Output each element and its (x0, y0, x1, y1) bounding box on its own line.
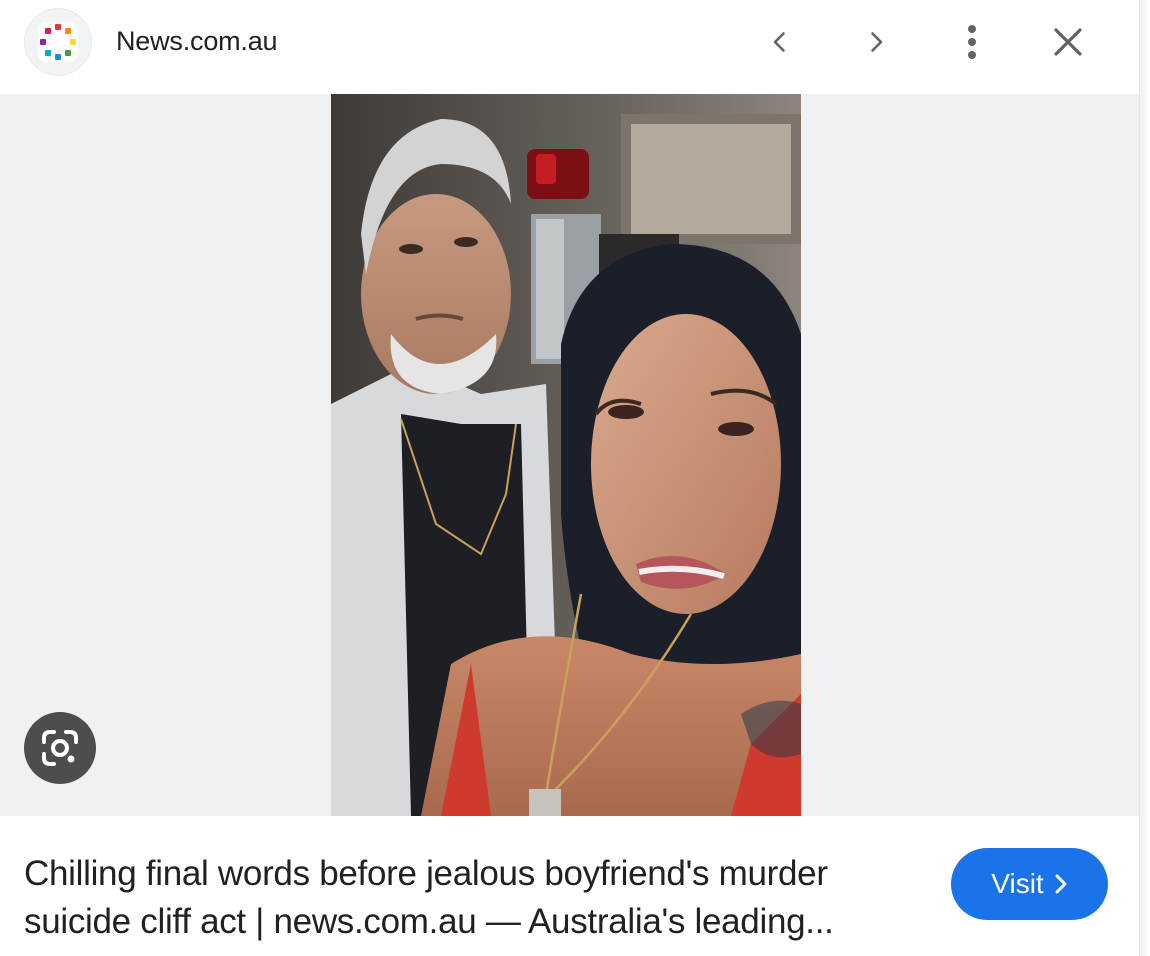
visit-button-label: Visit (991, 868, 1044, 899)
preview-footer: Chilling final words before jealous boyf… (0, 816, 1139, 956)
next-button[interactable] (852, 18, 900, 66)
result-title-link[interactable]: Chilling final words before jealous boyf… (24, 850, 904, 946)
preview-header: News.com.au (0, 0, 1139, 94)
previous-button[interactable] (756, 18, 804, 66)
more-vert-icon (968, 25, 976, 59)
visit-button[interactable]: Visit (951, 848, 1108, 920)
google-lens-icon (42, 730, 78, 766)
image-stage (0, 94, 1139, 816)
photo-icon (331, 94, 801, 816)
news-multicolor-dots-icon (38, 22, 78, 62)
image-preview-panel: News.com.au Chilling final words before … (0, 0, 1140, 956)
preview-image[interactable] (331, 94, 801, 816)
chevron-left-icon (773, 32, 785, 52)
close-icon (1054, 28, 1082, 56)
chevron-right-icon (871, 32, 883, 52)
chevron-right-icon (1055, 874, 1067, 894)
more-options-button[interactable] (948, 18, 996, 66)
close-button[interactable] (1044, 18, 1092, 66)
site-name[interactable]: News.com.au (116, 26, 278, 57)
google-lens-button[interactable] (24, 712, 96, 784)
site-favicon[interactable] (24, 8, 92, 76)
panel-edge-shadow (1140, 0, 1150, 956)
